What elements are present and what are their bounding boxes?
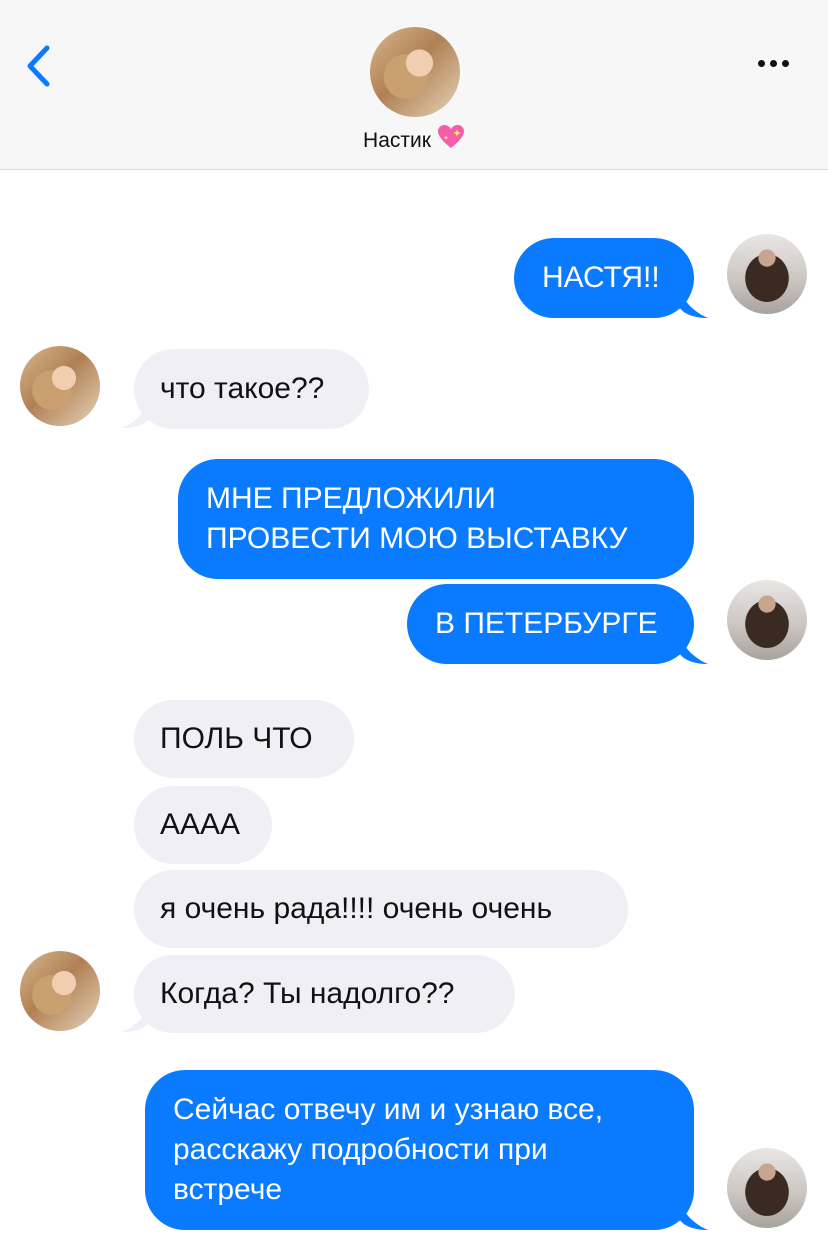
- message-text: я очень рада!!!! очень очень: [160, 892, 553, 925]
- my-avatar[interactable]: [727, 580, 807, 660]
- chevron-left-icon: [27, 45, 50, 87]
- message-text: В ПЕТЕРБУРГЕ: [435, 607, 658, 640]
- message-bubble-incoming[interactable]: ПОЛЬ ЧТО: [134, 700, 354, 778]
- bubble-tail: [680, 1202, 708, 1230]
- contact-message-avatar[interactable]: [20, 346, 100, 426]
- message-text-line: Сейчас отвечу им и узнаю все,: [173, 1093, 604, 1126]
- bubble-tail: [122, 400, 150, 428]
- message-text: АААА: [160, 808, 241, 841]
- message-bubble-incoming[interactable]: АААА: [134, 786, 272, 864]
- contact-message-avatar[interactable]: [20, 951, 100, 1031]
- ellipsis-icon: [758, 60, 789, 67]
- message-bubble-incoming[interactable]: я очень рада!!!! очень очень: [134, 870, 628, 948]
- message-text: ПОЛЬ ЧТО: [160, 722, 313, 755]
- bubble-tail: [122, 1004, 150, 1032]
- message-bubble-outgoing[interactable]: МНЕ ПРЕДЛОЖИЛИ ПРОВЕСТИ МОЮ ВЫСТАВКУ: [178, 459, 694, 579]
- sparkling-heart-icon: [437, 124, 465, 156]
- message-text: НАСТЯ!!: [542, 261, 660, 294]
- contact-name-row[interactable]: Настик: [0, 124, 828, 156]
- message-text-line: МНЕ ПРЕДЛОЖИЛИ: [206, 482, 496, 515]
- message-bubble-outgoing[interactable]: В ПЕТЕРБУРГЕ: [407, 584, 694, 664]
- message-text: что такое??: [160, 372, 325, 405]
- more-options-button[interactable]: [738, 46, 798, 82]
- contact-name: Настик: [363, 129, 431, 152]
- message-text-line: встрече: [173, 1173, 283, 1206]
- my-avatar[interactable]: [727, 234, 807, 314]
- bubble-tail: [680, 636, 708, 664]
- my-avatar[interactable]: [727, 1148, 807, 1228]
- message-text-line: ПРОВЕСТИ МОЮ ВЫСТАВКУ: [206, 522, 628, 555]
- message-bubble-outgoing[interactable]: Сейчас отвечу им и узнаю все, расскажу п…: [145, 1070, 694, 1230]
- message-text-line: расскажу подробности при: [173, 1133, 548, 1166]
- contact-avatar[interactable]: [370, 27, 460, 117]
- chat-header: Настик: [0, 0, 828, 170]
- message-bubble-outgoing[interactable]: НАСТЯ!!: [514, 238, 694, 318]
- message-bubble-incoming[interactable]: Когда? Ты надолго??: [134, 955, 515, 1033]
- message-text: Когда? Ты надолго??: [160, 977, 455, 1010]
- bubble-tail: [680, 290, 708, 318]
- back-button[interactable]: [20, 38, 60, 94]
- message-bubble-incoming[interactable]: что такое??: [134, 349, 369, 429]
